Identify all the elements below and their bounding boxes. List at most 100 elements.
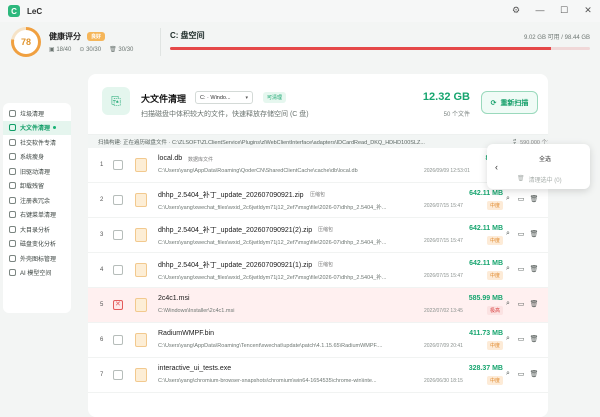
folder-icon[interactable]: ▭ (517, 265, 525, 273)
table-row[interactable]: 4 dhhp_2.5404_补丁_update_202607090921(1).z… (88, 253, 548, 288)
chevron-left-icon[interactable]: ‹ (495, 162, 498, 172)
row-actions: ⌕ ▭ 🗑 (504, 335, 538, 343)
search-icon[interactable]: ⌕ (504, 300, 512, 308)
app-title: LeC (27, 6, 43, 16)
scan-path: 扫描构建: 正在遍历磁盘文件 · C:\ZLSOFT\ZLClientServi… (98, 139, 425, 146)
trash-icon[interactable]: 🗑 (530, 195, 539, 203)
sidebar-item-icon (9, 196, 16, 204)
health-badge: 良好 (87, 32, 106, 41)
folder-icon[interactable]: ▭ (517, 230, 525, 238)
clear-selected-option[interactable]: 🗑 清理选中 (0) (517, 175, 562, 184)
row-index: 4 (100, 267, 104, 273)
sidebar-item[interactable]: 大目录分析 (3, 222, 71, 237)
table-row[interactable]: 2 dhhp_2.5404_补丁_update_202607090921.zip 压… (88, 183, 548, 218)
file-name: dhhp_2.5404_补丁_update_202607090921(2).zi… (158, 227, 313, 234)
file-icon (135, 368, 147, 382)
file-size: 642.11 MB (469, 260, 503, 267)
folder-icon[interactable]: ▭ (517, 300, 525, 308)
page-description: 扫描磁盘中体积较大的文件，快速释放存储空间 (C 盘) (141, 111, 309, 118)
file-name: interactive_ui_tests.exe (158, 365, 232, 372)
trash-icon[interactable]: 🗑 (530, 230, 539, 238)
file-path: C:\Users\yang\xwechat_files\wxid_2c6jwtl… (158, 205, 387, 211)
file-icon (135, 228, 147, 242)
file-name: dhhp_2.5404_补丁_update_202607090921.zip (158, 192, 304, 199)
row-checkbox[interactable] (113, 370, 123, 380)
sidebar-item-icon (9, 138, 16, 146)
drive-select[interactable]: C: · Windo... ▾ (195, 91, 253, 104)
row-checkbox[interactable] (113, 300, 123, 310)
file-type-tag: 压缩包 (318, 262, 334, 268)
sidebar-item[interactable]: 卸载残留 (3, 179, 71, 194)
health-stat-2: ⊙ 30/30 (79, 47, 102, 53)
panel-header: ⎘ 大文件清理 C: · Windo... ▾ 可清理 扫描磁盘中体积较大的文件… (88, 74, 548, 134)
file-type-tag: 数据库文件 (188, 157, 214, 163)
row-checkbox[interactable] (113, 265, 123, 275)
sidebar-item[interactable]: 外壳图标管理 (3, 251, 71, 266)
row-checkbox[interactable] (113, 160, 123, 170)
file-icon (135, 263, 147, 277)
folder-icon[interactable]: ▭ (517, 370, 525, 378)
disk-panel: C: 盘空间 9.02 GB 可用 / 98.44 GB (170, 30, 590, 50)
sidebar-item-label: 右键菜单清理 (20, 213, 57, 220)
close-icon[interactable]: ✕ (582, 4, 594, 16)
row-checkbox[interactable] (113, 335, 123, 345)
search-icon[interactable]: ⌕ (504, 335, 512, 343)
sidebar-item[interactable]: AI 模型空间 (3, 266, 71, 281)
file-date: 2026/07/15 15:47 (424, 273, 463, 279)
sidebar-item[interactable]: 注册表冗余 (3, 193, 71, 208)
search-icon[interactable]: ⌕ (504, 195, 512, 203)
sidebar-item[interactable]: 垃圾清理 (3, 106, 71, 121)
trash-icon[interactable]: 🗑 (530, 370, 539, 378)
risk-badge: 中度 (486, 341, 503, 350)
select-all-option[interactable]: 全选 (539, 154, 551, 163)
sidebar-item[interactable]: 磁盘变化分析 (3, 237, 71, 252)
minimize-icon[interactable]: — (534, 4, 546, 16)
sidebar-item-icon (9, 269, 16, 277)
sidebar-item-icon (9, 182, 16, 190)
file-size: 585.99 MB (468, 295, 503, 302)
search-icon[interactable]: ⌕ (504, 230, 512, 238)
file-size: 642.11 MB (469, 190, 503, 197)
trash-icon[interactable]: 🗑 (530, 300, 539, 308)
table-row[interactable]: 7 interactive_ui_tests.exe C:\Users\yang\c… (88, 358, 548, 393)
maximize-icon[interactable]: ☐ (558, 4, 570, 16)
search-icon[interactable]: ⌕ (504, 370, 512, 378)
search-icon[interactable]: ⌕ (504, 265, 512, 273)
rescan-button[interactable]: ⟳ 重新扫描 (481, 91, 538, 114)
disk-usage-bar (170, 47, 590, 50)
file-date: 2026/09/09 12:53:01 (424, 168, 470, 174)
row-checkbox[interactable] (113, 195, 123, 205)
header-divider (160, 28, 161, 56)
cleanable-badge: 可清理 (263, 92, 287, 103)
sidebar-item[interactable]: 系统瘦身 (3, 150, 71, 165)
main-panel: ⎘ 大文件清理 C: · Windo... ▾ 可清理 扫描磁盘中体积较大的文件… (88, 74, 548, 417)
trash-icon[interactable]: 🗑 (530, 265, 539, 273)
risk-badge: 中度 (486, 376, 503, 385)
row-actions: ⌕ ▭ 🗑 (504, 265, 538, 273)
folder-icon[interactable]: ▭ (517, 195, 525, 203)
file-path: C:\Users\yang\xwechat_files\wxid_2c6jwtl… (158, 275, 387, 281)
large-file-icon: ⎘ (102, 87, 130, 115)
table-row[interactable]: 3 dhhp_2.5404_补丁_update_202607090921(2).z… (88, 218, 548, 253)
sidebar-item[interactable]: 右键菜单清理 (3, 208, 71, 223)
sidebar-item[interactable]: 大文件清理 (3, 120, 71, 135)
risk-badge: 中度 (486, 236, 503, 245)
risk-badge: 中度 (486, 271, 503, 280)
trash-icon[interactable]: 🗑 (530, 335, 539, 343)
sidebar-item-label: 系统瘦身 (20, 155, 45, 162)
sidebar-item[interactable]: 社交软件专清 (3, 135, 71, 150)
sidebar-item[interactable]: 旧驱动清理 (3, 164, 71, 179)
table-row[interactable]: 6 RadiumWMPF.bin C:\Users\yang\AppData\Roa… (88, 323, 548, 358)
sidebar-item-label: 磁盘变化分析 (20, 242, 57, 249)
folder-icon[interactable]: ▭ (517, 335, 525, 343)
sidebar-item-label: 社交软件专清 (20, 140, 57, 147)
file-date: 2026/07/15 15:47 (424, 203, 463, 209)
table-row[interactable]: 1 local.db 数据库文件 C:\Users\yang\AppData\Roam… (88, 148, 548, 183)
table-row[interactable]: 5 2c4c1.msi C:\Windows\Installer\2c4c1.msi… (88, 288, 548, 323)
row-checkbox[interactable] (113, 230, 123, 240)
gear-icon[interactable]: ⚙ (510, 4, 522, 16)
sidebar-item-icon (9, 254, 16, 262)
sidebar-item-icon (9, 109, 16, 117)
file-size: 328.37 MB (468, 365, 503, 372)
row-index: 5 (100, 302, 104, 308)
